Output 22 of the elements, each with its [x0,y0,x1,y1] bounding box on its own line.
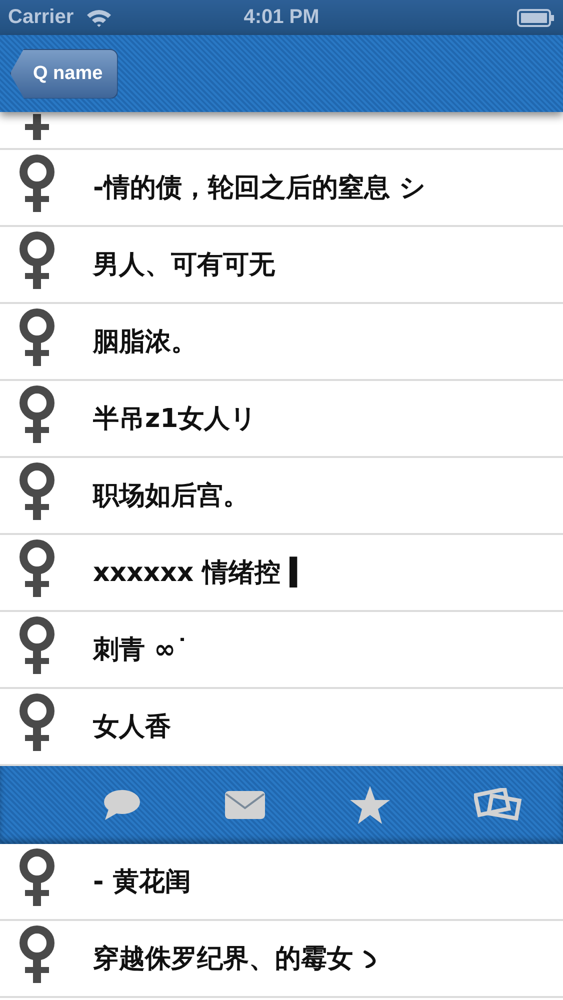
carrier-name: Carrier [8,6,74,29]
contact-name: - 黄花闺 [93,866,191,899]
contact-row[interactable]: -情的债，轮回之后的窒息 シ [0,150,563,227]
contact-row[interactable]: 胭脂浓。 [0,304,563,381]
contact-name: -情的债，轮回之后的窒息 シ [93,172,426,205]
contact-row[interactable]: - 黄花闺 [0,844,563,921]
contact-row[interactable]: 穿越侏罗纪界、的霉女 [0,921,563,998]
contact-row[interactable]: 刺青 ∞˙ [0,612,563,689]
contact-name: 穿越侏罗纪界、的霉女 [93,943,353,976]
contact-row[interactable]: xxxxxx 情绪控 ▍ [0,535,563,612]
back-button[interactable]: Q name [10,48,118,98]
contact-name: 男人、可有可无 [93,249,275,282]
contact-name: 刺青 ∞˙ [93,634,189,667]
contact-row[interactable]: 职场如后宫。 [0,458,563,535]
contact-row[interactable]: 男人、可有可无 [0,227,563,304]
contact-row[interactable]: 半吊z1女人リ [0,381,563,458]
contact-name: 女人香 [93,711,171,744]
contact-name: 职场如后宫。 [93,480,249,513]
contact-name: 胭脂浓。 [93,326,197,359]
status-time: 4:01 PM [244,6,320,29]
contact-name: xxxxxx 情绪控 ▍ [93,556,310,590]
contact-name: 半吊z1女人リ [93,403,258,436]
